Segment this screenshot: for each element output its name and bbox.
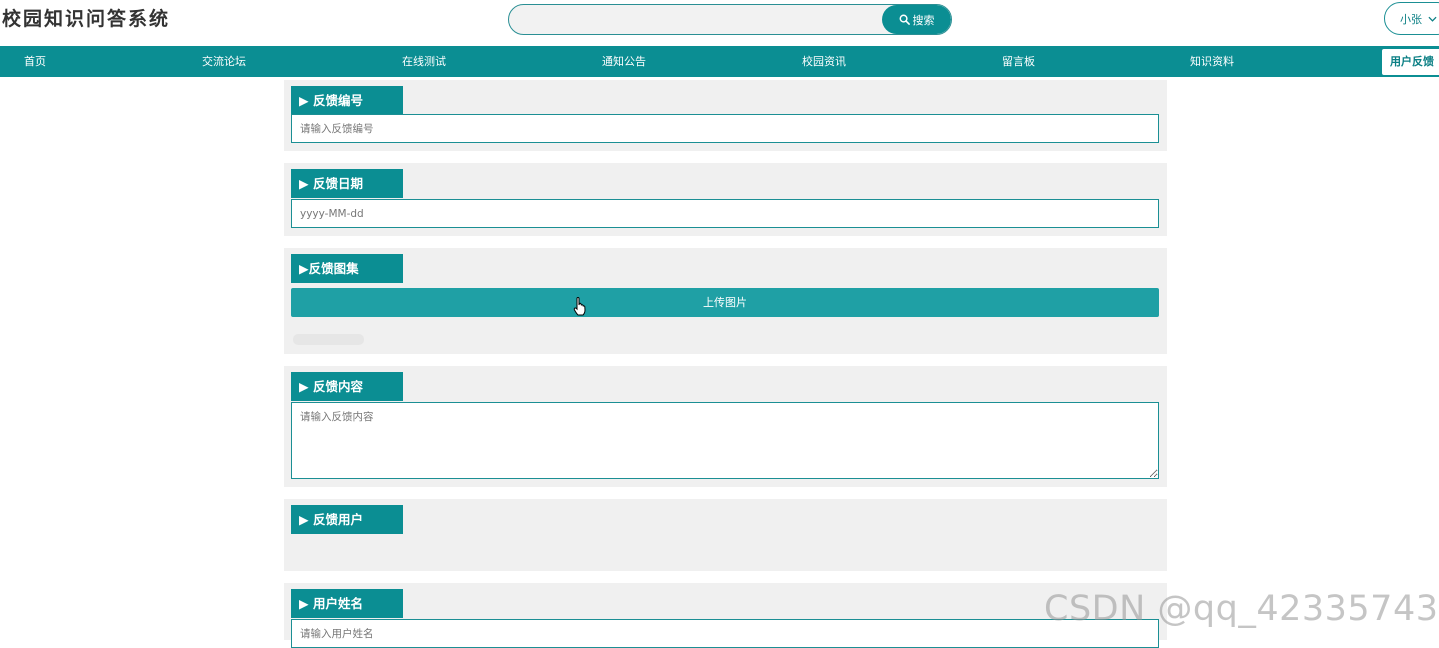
nav-item-feedback[interactable]: 用户反馈 bbox=[1382, 49, 1439, 75]
main-nav: 首页 交流论坛 在线测试 通知公告 校园资讯 留言板 知识资料 用户反馈 bbox=[0, 46, 1439, 77]
site-title: 校园知识问答系统 bbox=[2, 8, 171, 30]
feedback-no-label: ▶ 反馈编号 bbox=[291, 86, 403, 115]
nav-item-home[interactable]: 首页 bbox=[24, 46, 46, 77]
hand-cursor-icon bbox=[573, 296, 586, 320]
watermark: CSDN @qq_42335743 bbox=[1044, 589, 1439, 629]
nav-item-notices[interactable]: 通知公告 bbox=[602, 46, 646, 77]
chevron-down-icon bbox=[1428, 12, 1437, 25]
feedback-date-input[interactable] bbox=[291, 199, 1159, 228]
feedback-user-block: ▶ 反馈用户 bbox=[284, 499, 1167, 571]
upload-image-button[interactable]: 上传图片 bbox=[291, 288, 1159, 317]
user-name-block: ▶ 用户姓名 bbox=[284, 583, 1167, 648]
nav-item-knowledge[interactable]: 知识资料 bbox=[1190, 46, 1234, 77]
image-preview-placeholder bbox=[293, 334, 364, 345]
feedback-images-block: ▶反馈图集 上传图片 bbox=[284, 248, 1167, 354]
top-header: 校园知识问答系统 搜索 小张 bbox=[0, 0, 1439, 46]
search-bar: 搜索 bbox=[508, 4, 952, 35]
search-button[interactable]: 搜索 bbox=[882, 5, 951, 34]
nav-item-message-board[interactable]: 留言板 bbox=[1002, 46, 1035, 77]
feedback-date-label: ▶ 反馈日期 bbox=[291, 169, 403, 198]
feedback-no-block: ▶ 反馈编号 bbox=[284, 80, 1167, 151]
search-button-label: 搜索 bbox=[912, 13, 935, 27]
search-input[interactable] bbox=[509, 5, 882, 34]
nav-item-online-test[interactable]: 在线测试 bbox=[402, 46, 446, 77]
nav-item-forum[interactable]: 交流论坛 bbox=[202, 46, 246, 77]
feedback-user-label: ▶ 反馈用户 bbox=[291, 505, 403, 534]
search-icon bbox=[899, 14, 910, 25]
feedback-no-input[interactable] bbox=[291, 114, 1159, 143]
user-menu-button[interactable]: 小张 bbox=[1384, 2, 1439, 35]
feedback-content-block: ▶ 反馈内容 bbox=[284, 366, 1167, 487]
user-name-label: ▶ 用户姓名 bbox=[291, 589, 403, 618]
user-name-input[interactable] bbox=[291, 619, 1159, 648]
feedback-content-label: ▶ 反馈内容 bbox=[291, 372, 403, 401]
nav-item-campus-news[interactable]: 校园资讯 bbox=[802, 46, 846, 77]
user-name: 小张 bbox=[1400, 12, 1422, 26]
feedback-content-textarea[interactable] bbox=[291, 402, 1159, 479]
feedback-images-label: ▶反馈图集 bbox=[291, 254, 403, 283]
feedback-date-block: ▶ 反馈日期 bbox=[284, 163, 1167, 236]
